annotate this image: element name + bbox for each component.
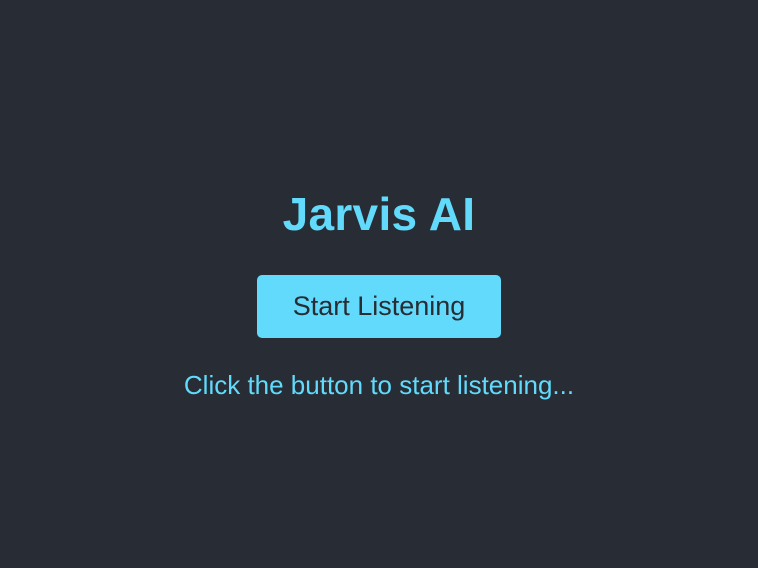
page-title: Jarvis AI (282, 188, 476, 240)
app-container: Jarvis AI Start Listening Click the butt… (0, 0, 758, 568)
status-text: Click the button to start listening... (183, 370, 575, 400)
start-listening-button[interactable]: Start Listening (257, 275, 501, 338)
